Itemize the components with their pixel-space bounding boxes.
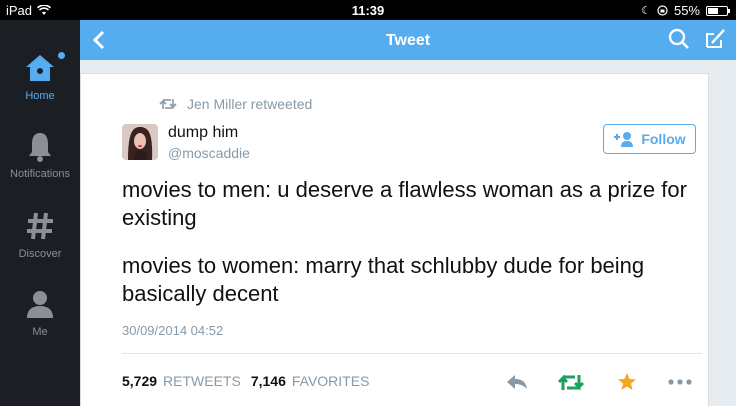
navigation-header: Tweet (80, 20, 736, 60)
sidebar-item-label: Discover (18, 248, 62, 260)
battery-icon (706, 5, 730, 16)
battery-percent: 55% (673, 3, 700, 18)
tweet-card: Jen Miller retweeted dump him @moscaddie… (80, 73, 709, 406)
sidebar-item-label: Home (25, 90, 55, 102)
user-handle[interactable]: @moscaddie (168, 145, 250, 161)
battery-fill (708, 7, 718, 14)
sidebar-item-label: Notifications (10, 168, 70, 180)
sidebar: Home Notifications Discover Me (0, 20, 80, 406)
retweeted-by-text: Jen Miller retweeted (187, 96, 313, 112)
user-display-name[interactable]: dump him (168, 124, 238, 142)
sidebar-item-me[interactable]: Me (0, 288, 80, 338)
tweet-stats: 5,729 RETWEETS 7,146 FAVORITES (122, 373, 369, 389)
tweet-timestamp: 30/09/2014 04:52 (122, 323, 224, 338)
favorites-label[interactable]: FAVORITES (292, 373, 370, 389)
search-icon[interactable] (668, 28, 690, 50)
reply-icon[interactable] (506, 374, 528, 390)
bell-icon (29, 133, 51, 162)
more-icon[interactable] (668, 379, 692, 385)
retweet-action-icon[interactable] (558, 374, 584, 391)
unread-dot (58, 52, 65, 59)
clock: 11:39 (351, 3, 385, 18)
sidebar-item-label: Me (32, 326, 48, 338)
favorites-count[interactable]: 7,146 (251, 373, 286, 389)
hashtag-icon (27, 212, 53, 240)
tweet-text-line: movies to women: marry that schlubby dud… (122, 253, 645, 306)
tweet-text-line: movies to men: u deserve a flawless woma… (122, 177, 687, 230)
moon-icon: ☾ (641, 5, 651, 17)
follow-button[interactable]: Follow (603, 124, 696, 154)
star-icon[interactable] (617, 372, 637, 392)
rotation-lock-icon (657, 5, 668, 16)
retweets-count[interactable]: 5,729 (122, 373, 157, 389)
follow-label: Follow (641, 131, 686, 147)
tweet-detail-area: Jen Miller retweeted dump him @moscaddie… (80, 60, 736, 406)
divider (122, 353, 702, 354)
home-icon (26, 55, 54, 81)
sidebar-item-notifications[interactable]: Notifications (0, 130, 80, 180)
person-icon (27, 291, 53, 318)
retweet-context: Jen Miller retweeted (159, 96, 312, 112)
sidebar-item-home[interactable]: Home (0, 52, 80, 102)
retweets-label[interactable]: RETWEETS (163, 373, 241, 389)
add-user-icon (614, 132, 634, 147)
avatar[interactable] (122, 124, 158, 160)
page-title: Tweet (385, 32, 431, 49)
retweet-icon (159, 99, 177, 109)
compose-icon[interactable] (704, 28, 726, 50)
status-bar: iPad 11:39 ☾ 55% (0, 0, 736, 20)
sidebar-item-discover[interactable]: Discover (0, 210, 80, 260)
